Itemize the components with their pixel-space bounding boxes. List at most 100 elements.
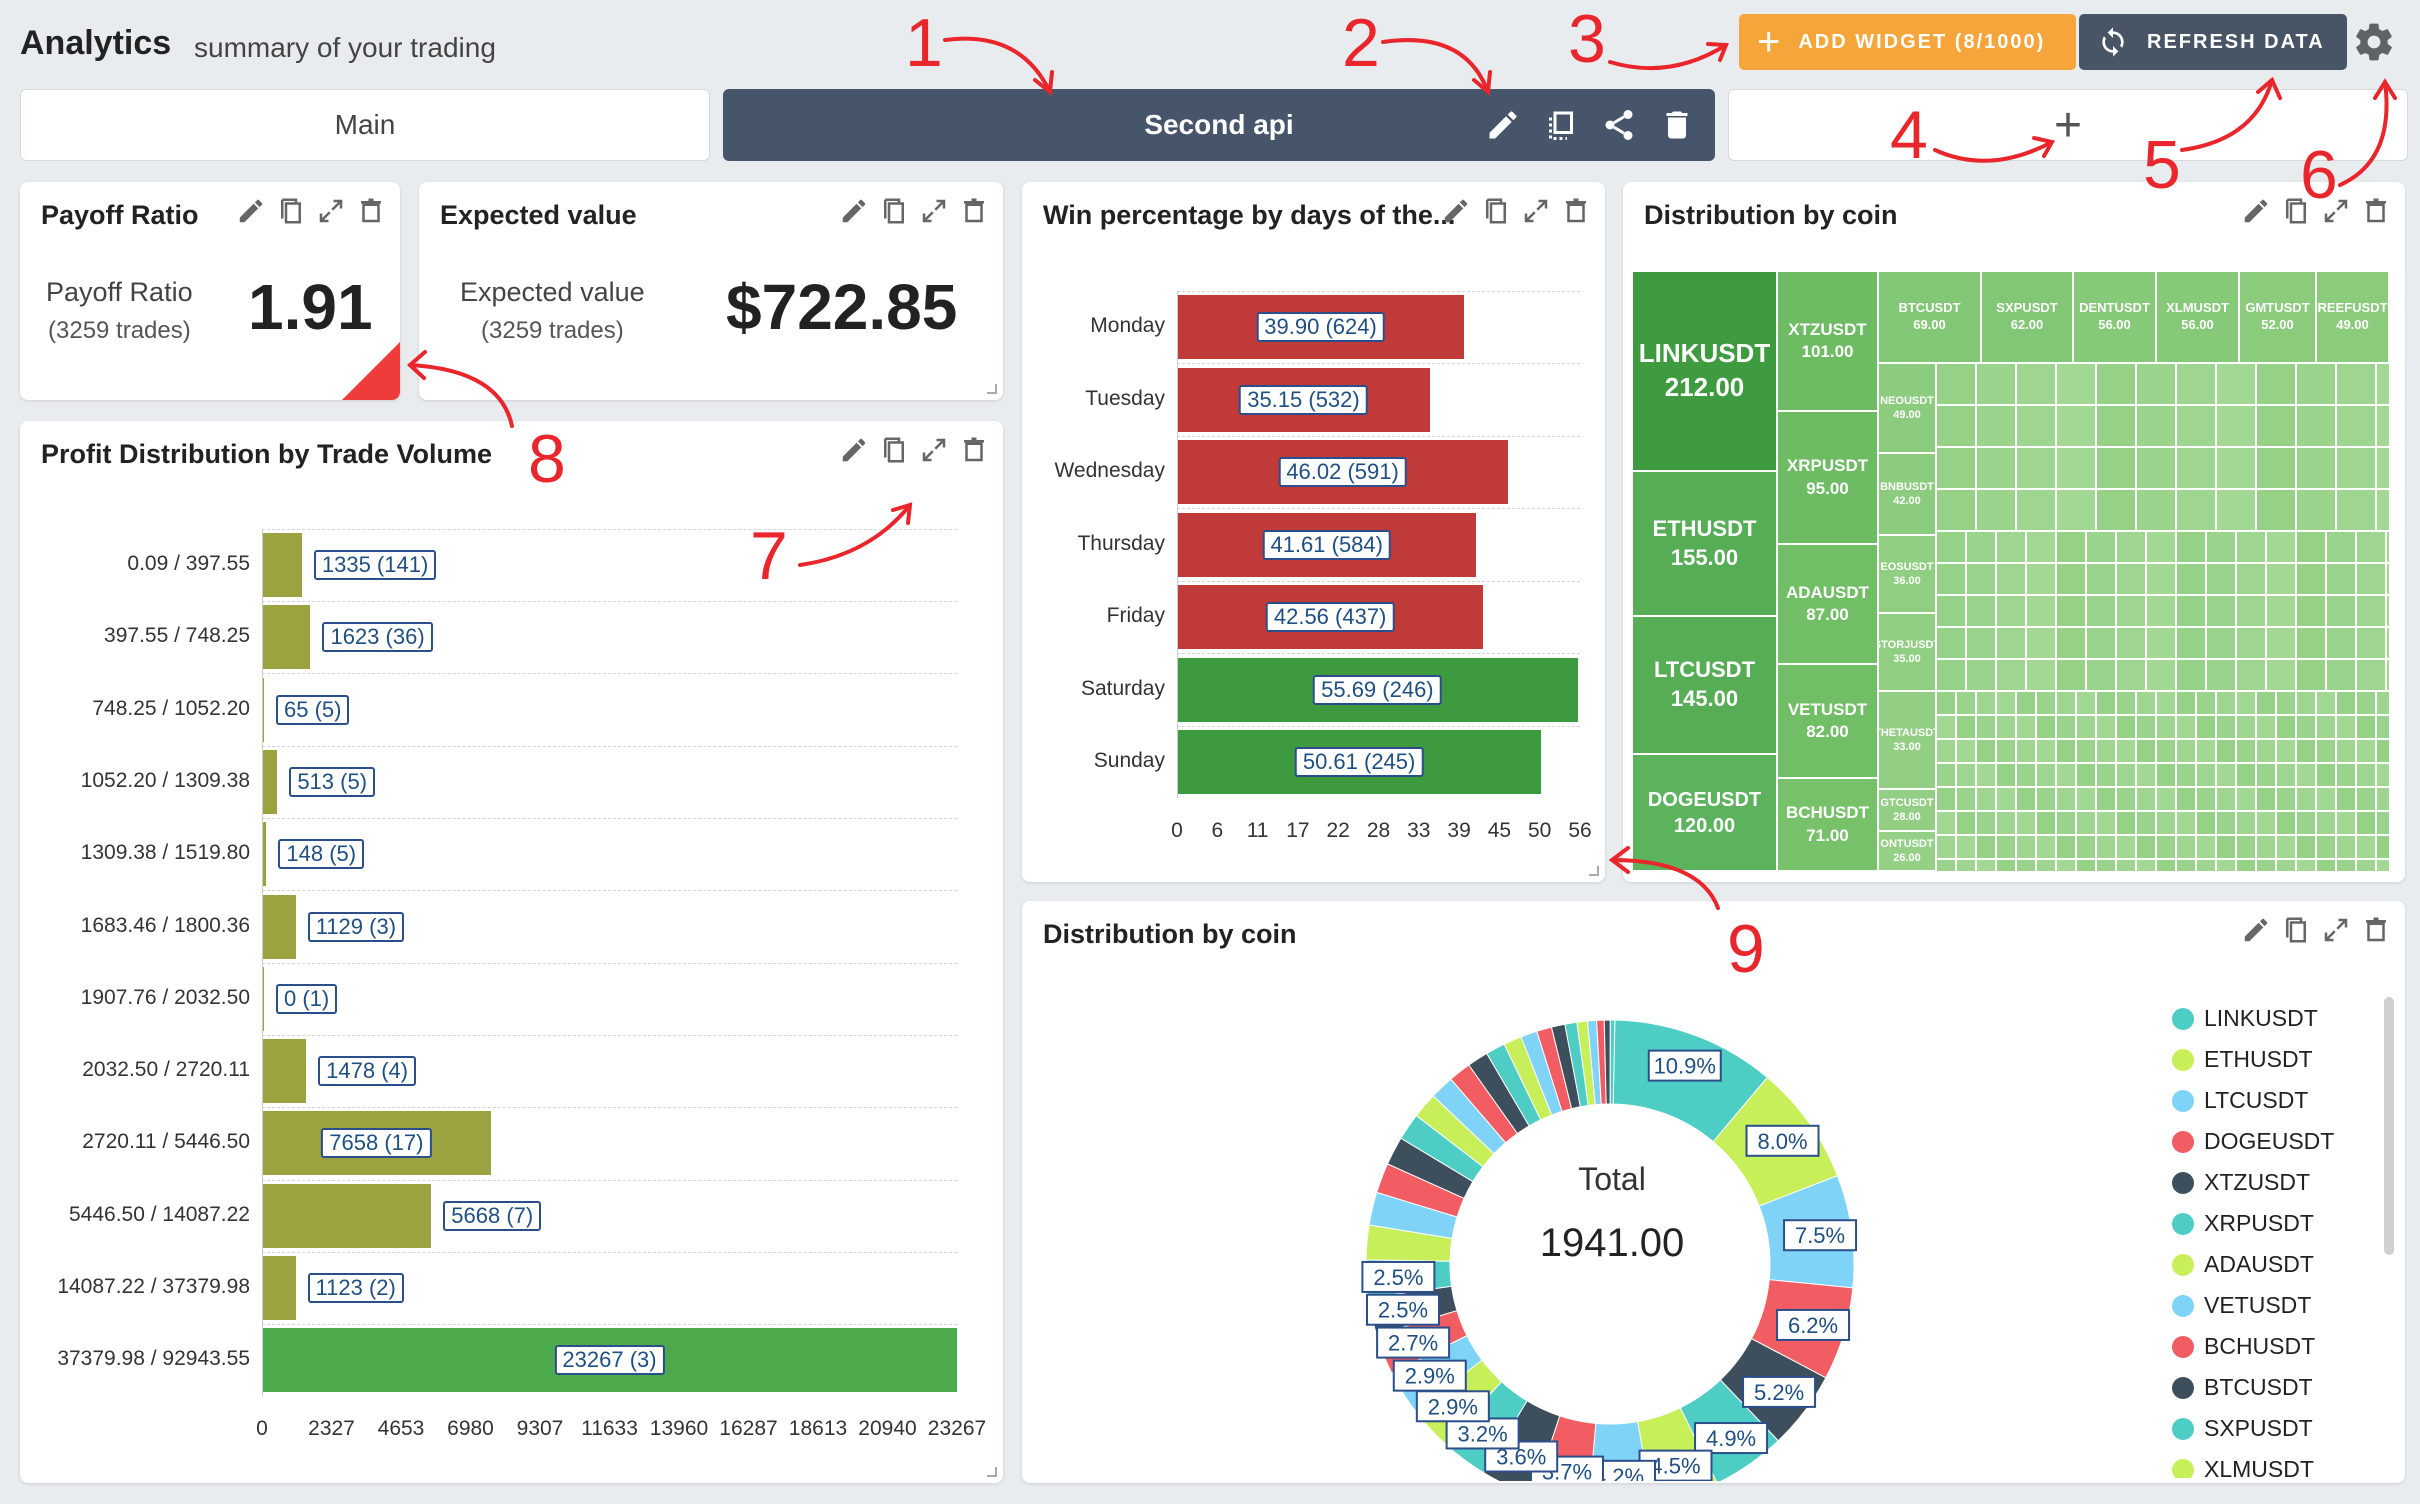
treemap-small-cell[interactable]: [1936, 405, 1976, 447]
treemap-small-cell[interactable]: [2056, 859, 2076, 871]
treemap-small-cell[interactable]: [2256, 363, 2296, 405]
treemap-small-cell[interactable]: [2356, 531, 2386, 563]
treemap-small-cell[interactable]: [2176, 787, 2196, 811]
treemap-small-cell[interactable]: [2356, 739, 2376, 763]
treemap-cell[interactable]: XRPUSDT 95.00: [1777, 411, 1878, 544]
treemap-cell[interactable]: BCHUSDT 71.00: [1777, 778, 1878, 871]
treemap-small-cell[interactable]: [2336, 859, 2356, 871]
treemap-small-cell[interactable]: [2376, 811, 2389, 835]
treemap-small-cell[interactable]: [2026, 659, 2056, 691]
treemap-cell[interactable]: GTCUSDT 28.00: [1878, 789, 1936, 831]
refresh-data-button[interactable]: REFRESH DATA: [2079, 14, 2347, 70]
treemap-small-cell[interactable]: [2136, 835, 2156, 859]
treemap-small-cell[interactable]: [2086, 627, 2116, 659]
treemap-small-cell[interactable]: [2096, 787, 2116, 811]
treemap-small-cell[interactable]: [2176, 405, 2216, 447]
treemap-small-cell[interactable]: [1956, 691, 1976, 715]
treemap-small-cell[interactable]: [2056, 691, 2076, 715]
treemap-small-cell[interactable]: [2136, 787, 2156, 811]
treemap-small-cell[interactable]: [2176, 363, 2216, 405]
treemap-small-cell[interactable]: [2116, 787, 2136, 811]
treemap-small-cell[interactable]: [2176, 563, 2206, 595]
treemap-small-cell[interactable]: [1976, 363, 2016, 405]
treemap-small-cell[interactable]: [2096, 811, 2116, 835]
treemap-small-cell[interactable]: [2356, 595, 2386, 627]
treemap-small-cell[interactable]: [2266, 563, 2296, 595]
treemap-small-cell[interactable]: [2356, 835, 2376, 859]
treemap-small-cell[interactable]: [2056, 563, 2086, 595]
treemap-small-cell[interactable]: [2026, 531, 2056, 563]
treemap-small-cell[interactable]: [2206, 531, 2236, 563]
treemap-small-cell[interactable]: [1966, 627, 1996, 659]
treemap-small-cell[interactable]: [2096, 835, 2116, 859]
treemap-small-cell[interactable]: [2296, 659, 2326, 691]
treemap-small-cell[interactable]: [2076, 811, 2096, 835]
treemap-small-cell[interactable]: [2376, 739, 2389, 763]
treemap-small-cell[interactable]: [2196, 835, 2216, 859]
treemap-small-cell[interactable]: [2136, 405, 2176, 447]
treemap-small-cell[interactable]: [2026, 627, 2056, 659]
treemap-small-cell[interactable]: [2236, 595, 2266, 627]
treemap-small-cell[interactable]: [2296, 715, 2316, 739]
treemap-small-cell[interactable]: [2356, 715, 2376, 739]
treemap-small-cell[interactable]: [2116, 659, 2146, 691]
treemap-small-cell[interactable]: [2326, 627, 2356, 659]
trash-icon[interactable]: [2361, 196, 2391, 226]
treemap-small-cell[interactable]: [2266, 659, 2296, 691]
legend-item[interactable]: VETUSDT: [2172, 1285, 2372, 1326]
treemap-small-cell[interactable]: [2336, 363, 2376, 405]
treemap-small-cell[interactable]: [2096, 691, 2116, 715]
treemap-small-cell[interactable]: [2386, 595, 2389, 627]
add-widget-button[interactable]: + ADD WIDGET (8/1000): [1739, 14, 2076, 70]
treemap-small-cell[interactable]: [1976, 787, 1996, 811]
treemap-small-cell[interactable]: [2116, 835, 2136, 859]
treemap-small-cell[interactable]: [1966, 659, 1996, 691]
treemap-small-cell[interactable]: [2096, 405, 2136, 447]
treemap-small-cell[interactable]: [2356, 627, 2386, 659]
treemap-cell[interactable]: DOGEUSDT 120.00: [1632, 754, 1777, 871]
treemap-small-cell[interactable]: [1996, 859, 2016, 871]
treemap-small-cell[interactable]: [2296, 447, 2336, 489]
treemap-small-cell[interactable]: [2376, 691, 2389, 715]
copy-icon[interactable]: [276, 196, 306, 226]
resize-handle[interactable]: [987, 1467, 997, 1477]
treemap-cell[interactable]: ONTUSDT 26.00: [1878, 831, 1936, 871]
treemap-small-cell[interactable]: [2276, 787, 2296, 811]
treemap-small-cell[interactable]: [2136, 489, 2176, 531]
treemap-small-cell[interactable]: [2256, 715, 2276, 739]
legend-item[interactable]: XTZUSDT: [2172, 1162, 2372, 1203]
legend-item[interactable]: XRPUSDT: [2172, 1203, 2372, 1244]
treemap-small-cell[interactable]: [2196, 691, 2216, 715]
treemap-small-cell[interactable]: [2156, 787, 2176, 811]
treemap-small-cell[interactable]: [2336, 691, 2356, 715]
treemap-small-cell[interactable]: [1956, 739, 1976, 763]
treemap-small-cell[interactable]: [2336, 489, 2376, 531]
treemap-small-cell[interactable]: [2136, 363, 2176, 405]
legend-item[interactable]: BTCUSDT: [2172, 1367, 2372, 1408]
treemap-small-cell[interactable]: [2256, 447, 2296, 489]
treemap-small-cell[interactable]: [2016, 447, 2056, 489]
treemap-small-cell[interactable]: [2256, 405, 2296, 447]
treemap-small-cell[interactable]: [2216, 363, 2256, 405]
treemap-small-cell[interactable]: [2336, 835, 2356, 859]
treemap-small-cell[interactable]: [1936, 787, 1956, 811]
treemap-small-cell[interactable]: [2236, 715, 2256, 739]
treemap-small-cell[interactable]: [2216, 489, 2256, 531]
treemap-small-cell[interactable]: [2386, 563, 2389, 595]
treemap-small-cell[interactable]: [2016, 811, 2036, 835]
treemap-small-cell[interactable]: [2376, 835, 2389, 859]
treemap-small-cell[interactable]: [2026, 563, 2056, 595]
legend-item[interactable]: SXPUSDT: [2172, 1408, 2372, 1449]
treemap-small-cell[interactable]: [2096, 447, 2136, 489]
treemap-small-cell[interactable]: [2176, 691, 2196, 715]
treemap-small-cell[interactable]: [2086, 531, 2116, 563]
treemap-small-cell[interactable]: [2376, 405, 2389, 447]
copy-icon[interactable]: [2281, 915, 2311, 945]
treemap-small-cell[interactable]: [2076, 763, 2096, 787]
treemap-small-cell[interactable]: [1936, 447, 1976, 489]
treemap-small-cell[interactable]: [2256, 835, 2276, 859]
treemap-small-cell[interactable]: [2076, 835, 2096, 859]
treemap-small-cell[interactable]: [2136, 447, 2176, 489]
treemap-small-cell[interactable]: [1936, 739, 1956, 763]
treemap-small-cell[interactable]: [2016, 763, 2036, 787]
